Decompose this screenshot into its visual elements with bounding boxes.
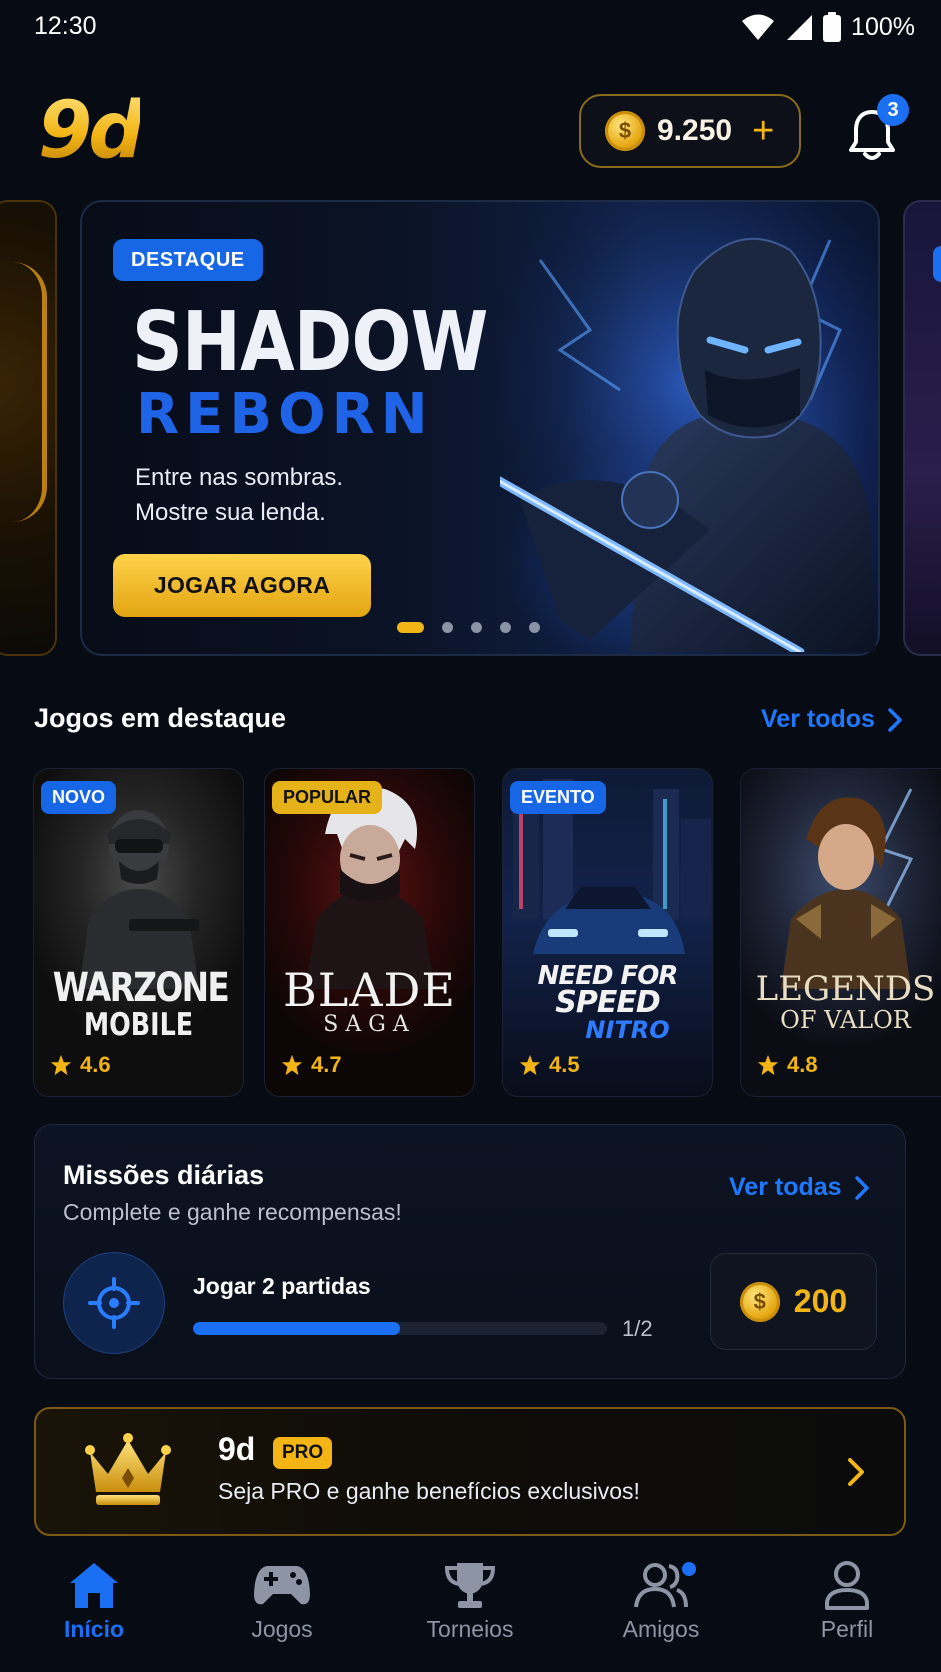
game-rating: 4.6: [50, 1052, 111, 1078]
mission-progress-fill: [193, 1322, 400, 1335]
carousel-dot[interactable]: [397, 622, 424, 633]
coin-balance-button[interactable]: $ 9.250 +: [579, 94, 801, 168]
game-logo-line1: LEGENDS: [755, 969, 936, 1009]
star-icon: [50, 1054, 72, 1076]
crosshair-icon: [88, 1277, 140, 1329]
see-all-missions-label: Ver todas: [729, 1173, 842, 1201]
friends-icon: [634, 1563, 688, 1608]
game-tag: NOVO: [41, 781, 117, 814]
nav-label-friends: Amigos: [622, 1616, 700, 1642]
nav-item-home[interactable]: Início: [19, 1560, 169, 1643]
heroine-artwork: [781, 788, 914, 989]
signal-icon: [787, 15, 813, 40]
chevron-right-icon: [854, 1175, 869, 1200]
game-tag: EVENTO: [510, 781, 606, 814]
game-rating: 4.7: [281, 1052, 342, 1078]
missions-title: Missões diárias: [63, 1160, 265, 1190]
mission-progress-count: 1/2: [622, 1316, 653, 1341]
nav-label-home: Início: [63, 1616, 125, 1642]
game-rating-value: 4.5: [549, 1052, 580, 1077]
carousel-dot[interactable]: [529, 622, 540, 633]
hero-title-line1: SHADOW: [132, 295, 488, 390]
nav-label-profile: Perfil: [820, 1616, 874, 1642]
game-logo-line2: MOBILE: [83, 1007, 194, 1043]
nav-item-friends[interactable]: Amigos: [586, 1560, 736, 1643]
see-all-games-label: Ver todos: [761, 705, 875, 733]
mission-target-icon: [63, 1252, 165, 1354]
mission-reward-value: 200: [793, 1283, 848, 1319]
status-icons: 100%: [741, 12, 915, 42]
hero-title-line2: REBORN: [136, 382, 434, 447]
game-rating: 4.5: [519, 1052, 580, 1078]
chevron-right-icon: [848, 1458, 864, 1486]
mission-reward[interactable]: $ 200: [710, 1253, 877, 1350]
carousel-dot[interactable]: [500, 622, 511, 633]
featured-games-title: Jogos em destaque: [34, 703, 287, 733]
mission-progress-bar: [193, 1322, 607, 1335]
profile-icon: [825, 1561, 869, 1610]
game-logo: BLADE SAGA: [265, 967, 474, 1037]
coin-icon: $: [739, 1281, 780, 1322]
game-logo: LEGENDS OF VALOR: [741, 971, 941, 1033]
coin-icon: $: [605, 111, 645, 151]
add-coins-icon: +: [752, 110, 775, 152]
game-logo: WARZONE MOBILE: [34, 967, 243, 1041]
carousel-prev-card[interactable]: [0, 200, 57, 656]
carousel-dot[interactable]: [442, 622, 453, 633]
game-logo-line1: BLADE: [282, 963, 457, 1017]
game-tag: POPULAR: [272, 781, 383, 814]
game-logo-line2: OF VALOR: [780, 1006, 911, 1034]
trophy-icon: [444, 1563, 496, 1608]
star-icon: [281, 1054, 303, 1076]
nav-label-games: Jogos: [251, 1616, 313, 1642]
hero-badge: DESTAQUE: [113, 239, 263, 281]
hero-tagline: Entre nas sombras. Mostre sua lenda.: [135, 460, 455, 530]
hero-ninja-artwork: [500, 200, 876, 652]
game-logo: NEED FOR SPEED NITRO: [503, 963, 712, 1043]
battery-icon: [823, 12, 842, 42]
chevron-right-icon: [888, 707, 902, 732]
missions-subtitle: Complete e ganhe recompensas!: [63, 1199, 402, 1225]
see-all-games-link[interactable]: Ver todos: [761, 705, 903, 734]
play-now-button[interactable]: JOGAR AGORA: [113, 554, 371, 617]
soldier-artwork: [79, 810, 199, 989]
gamepad-icon: [254, 1566, 310, 1605]
game-rating: 4.8: [757, 1052, 818, 1078]
game-logo-line1: WARZONE: [52, 965, 230, 1011]
game-rating-value: 4.7: [311, 1052, 342, 1077]
game-card-legends-of-valor[interactable]: LEGENDS OF VALOR 4.8: [740, 768, 941, 1097]
game-logo-line3: NITRO: [585, 1016, 670, 1044]
hero-tagline-line2: Mostre sua lenda.: [135, 499, 326, 526]
coin-balance: 9.250: [657, 114, 733, 147]
game-card-blade-saga[interactable]: POPULAR BLADE SAGA 4.7: [264, 768, 475, 1097]
nav-item-tournaments[interactable]: Torneios: [395, 1560, 545, 1643]
star-icon: [757, 1054, 779, 1076]
game-rating-value: 4.6: [80, 1052, 111, 1077]
app-logo[interactable]: 9d: [38, 88, 144, 174]
carousel-next-card[interactable]: [903, 200, 941, 656]
star-icon: [519, 1054, 541, 1076]
wifi-icon: [742, 14, 775, 40]
mission-task: Jogar 2 partidas: [193, 1273, 371, 1299]
battery-level: 100%: [851, 12, 915, 41]
nav-item-games[interactable]: Jogos: [207, 1560, 357, 1643]
pro-description: Seja PRO e ganhe benefícios exclusivos!: [218, 1478, 640, 1504]
game-card-warzone[interactable]: NOVO WARZONE MOBILE 4.6: [33, 768, 244, 1097]
home-icon: [70, 1563, 118, 1608]
pro-title: 9d: [218, 1431, 256, 1467]
game-rating-value: 4.8: [787, 1052, 818, 1077]
carousel-dot[interactable]: [471, 622, 482, 633]
nav-label-tournaments: Torneios: [426, 1616, 514, 1642]
crown-icon: [85, 1433, 171, 1505]
see-all-missions-link[interactable]: Ver todas: [729, 1173, 870, 1202]
friends-notification-dot: [682, 1562, 696, 1576]
status-time: 12:30: [34, 12, 97, 40]
game-logo-line2: SPEED: [555, 985, 660, 1020]
notification-badge: 3: [877, 94, 909, 126]
nav-item-profile[interactable]: Perfil: [772, 1560, 922, 1643]
pro-badge: PRO: [273, 1437, 333, 1469]
hero-tagline-line1: Entre nas sombras.: [135, 464, 344, 491]
game-card-need-for-speed[interactable]: EVENTO NEED FOR SPEED NITRO 4.5: [502, 768, 713, 1097]
carousel-dots: [397, 622, 540, 633]
